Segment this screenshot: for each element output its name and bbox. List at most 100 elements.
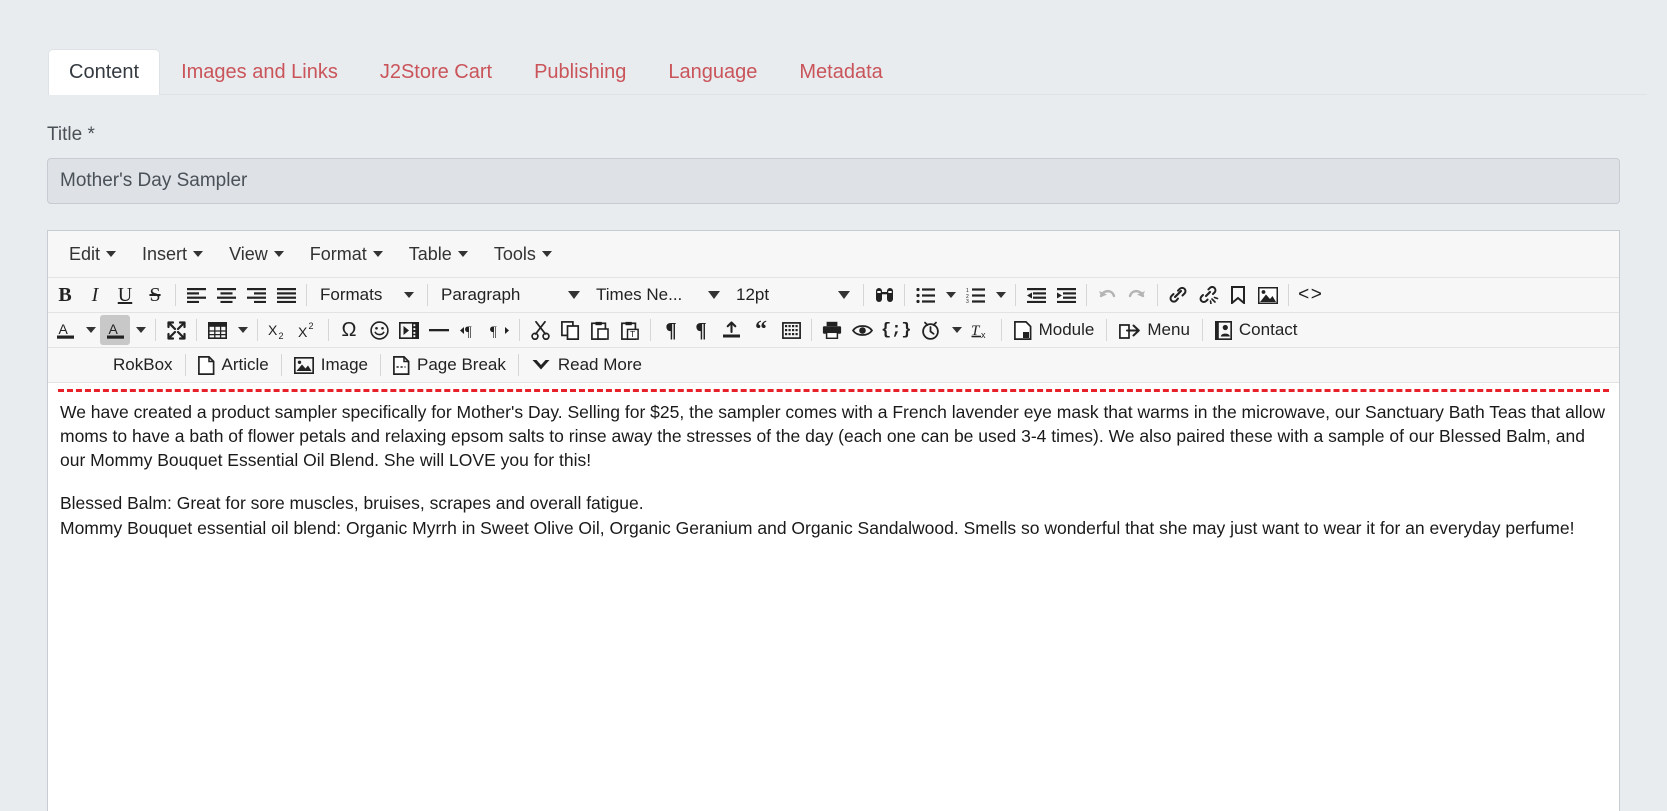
editor-content-area[interactable]: We have created a product sampler specif…: [48, 389, 1619, 811]
unlink-icon[interactable]: [1193, 280, 1223, 310]
datetime-options-icon[interactable]: [946, 315, 966, 345]
anchor-bookmark-icon[interactable]: [1223, 280, 1253, 310]
insert-read-more-button[interactable]: Read More: [524, 350, 649, 380]
formats-select-value: Formats: [320, 285, 383, 304]
search-replace-icon[interactable]: [869, 280, 899, 310]
show-invisible-characters-icon[interactable]: ¶: [686, 315, 716, 345]
special-character-icon[interactable]: Ω: [334, 315, 364, 345]
numbered-list-icon[interactable]: 123: [960, 280, 990, 310]
toolbar-divider: [811, 319, 812, 341]
body-paragraph: Mommy Bouquet essential oil blend: Organ…: [60, 517, 1575, 538]
svg-text:2: 2: [309, 321, 314, 331]
ltr-direction-icon[interactable]: ¶: [454, 315, 484, 345]
chevron-down-icon: [106, 251, 117, 257]
block-format-select[interactable]: Paragraph: [433, 280, 588, 310]
blockquote-icon[interactable]: “: [746, 315, 776, 345]
menu-insert[interactable]: Insert: [129, 238, 216, 271]
link-icon[interactable]: [1163, 280, 1193, 310]
table-options-icon[interactable]: [232, 315, 252, 345]
page-break-icon: [393, 355, 410, 375]
background-color-options-icon[interactable]: [130, 315, 150, 345]
insert-image-icon[interactable]: [1253, 280, 1283, 310]
strikethrough-button[interactable]: S: [140, 280, 170, 310]
tab-metadata[interactable]: Metadata: [778, 49, 903, 95]
chevron-down-icon: [238, 327, 248, 333]
rtl-direction-icon[interactable]: ¶: [484, 315, 514, 345]
indent-icon[interactable]: [1051, 280, 1081, 310]
title-input[interactable]: [47, 158, 1620, 204]
bullet-list-icon[interactable]: [910, 280, 940, 310]
insert-contact-button[interactable]: Contact: [1208, 315, 1305, 345]
superscript-icon[interactable]: X2: [293, 315, 323, 345]
menu-format[interactable]: Format: [297, 238, 396, 271]
toolbar-divider: [1086, 284, 1087, 306]
insert-image-button[interactable]: Image: [287, 350, 375, 380]
redo-icon[interactable]: [1122, 280, 1152, 310]
background-color-icon[interactable]: A: [100, 315, 130, 345]
tab-content[interactable]: Content: [48, 49, 161, 95]
chevron-down-icon: [541, 251, 552, 257]
outdent-icon[interactable]: [1021, 280, 1051, 310]
emoticon-icon[interactable]: [364, 315, 394, 345]
menu-table[interactable]: Table: [396, 238, 481, 271]
source-code-icon[interactable]: < >: [1294, 280, 1326, 310]
chevron-down-icon: [951, 327, 962, 333]
chevron-down-icon: [404, 292, 414, 298]
text-color-options-icon[interactable]: [80, 315, 100, 345]
chevron-down-icon: [193, 251, 204, 257]
italic-button[interactable]: I: [80, 280, 110, 310]
menu-edit[interactable]: Edit: [56, 238, 129, 271]
preview-eye-icon[interactable]: [847, 315, 877, 345]
toolbar-divider: [306, 284, 307, 306]
insert-module-button[interactable]: Module: [1007, 315, 1102, 345]
font-family-select[interactable]: Times Ne...: [588, 280, 728, 310]
insert-media-icon[interactable]: [394, 315, 424, 345]
menu-view[interactable]: View: [216, 238, 297, 271]
paste-icon[interactable]: [585, 315, 615, 345]
read-more-button-label: Read More: [557, 355, 642, 374]
print-icon[interactable]: [817, 315, 847, 345]
bold-button[interactable]: B: [50, 280, 80, 310]
toolbar-divider: [1157, 284, 1158, 306]
insert-article-button[interactable]: Article: [191, 350, 276, 380]
tab-j2store-cart[interactable]: J2Store Cart: [359, 49, 513, 95]
template-icon[interactable]: [776, 315, 806, 345]
contact-card-icon: [1214, 320, 1232, 340]
cut-scissors-icon[interactable]: [525, 315, 555, 345]
font-size-select[interactable]: 12pt: [728, 280, 858, 310]
menu-tools[interactable]: Tools: [481, 238, 565, 271]
tab-images-and-links[interactable]: Images and Links: [160, 49, 359, 95]
article-body[interactable]: We have created a product sampler specif…: [48, 392, 1619, 540]
svg-text:A: A: [58, 321, 68, 337]
tab-language[interactable]: Language: [647, 49, 778, 95]
align-right-button[interactable]: [241, 280, 271, 310]
align-left-button[interactable]: [181, 280, 211, 310]
insert-page-break-button[interactable]: Page Break: [386, 350, 513, 380]
undo-icon[interactable]: [1092, 280, 1122, 310]
subscript-icon[interactable]: X2: [263, 315, 293, 345]
formats-select[interactable]: Formats: [312, 280, 422, 310]
toolbar-divider: [196, 319, 197, 341]
insert-datetime-icon[interactable]: [916, 315, 946, 345]
underline-button[interactable]: U: [110, 280, 140, 310]
bullet-list-options-icon[interactable]: [940, 280, 960, 310]
svg-text:2: 2: [279, 331, 284, 339]
text-color-icon[interactable]: A: [50, 315, 80, 345]
paste-as-text-icon[interactable]: T: [615, 315, 645, 345]
numbered-list-options-icon[interactable]: [990, 280, 1010, 310]
chevron-down-icon: [136, 327, 146, 333]
horizontal-rule-icon[interactable]: [424, 315, 454, 345]
align-center-button[interactable]: [211, 280, 241, 310]
remove-format-icon[interactable]: Tx: [966, 315, 996, 345]
code-sample-icon[interactable]: {;}: [877, 315, 916, 345]
insert-table-icon[interactable]: [202, 315, 232, 345]
insert-menu-button[interactable]: Menu: [1112, 315, 1197, 345]
insert-file-icon[interactable]: [716, 315, 746, 345]
module-button-label: Module: [1038, 320, 1095, 339]
align-justify-button[interactable]: [271, 280, 301, 310]
show-blocks-icon[interactable]: ¶: [656, 315, 686, 345]
rokbox-button[interactable]: RokBox: [106, 350, 180, 380]
fullscreen-icon[interactable]: [161, 315, 191, 345]
tab-publishing[interactable]: Publishing: [513, 49, 647, 95]
copy-icon[interactable]: [555, 315, 585, 345]
